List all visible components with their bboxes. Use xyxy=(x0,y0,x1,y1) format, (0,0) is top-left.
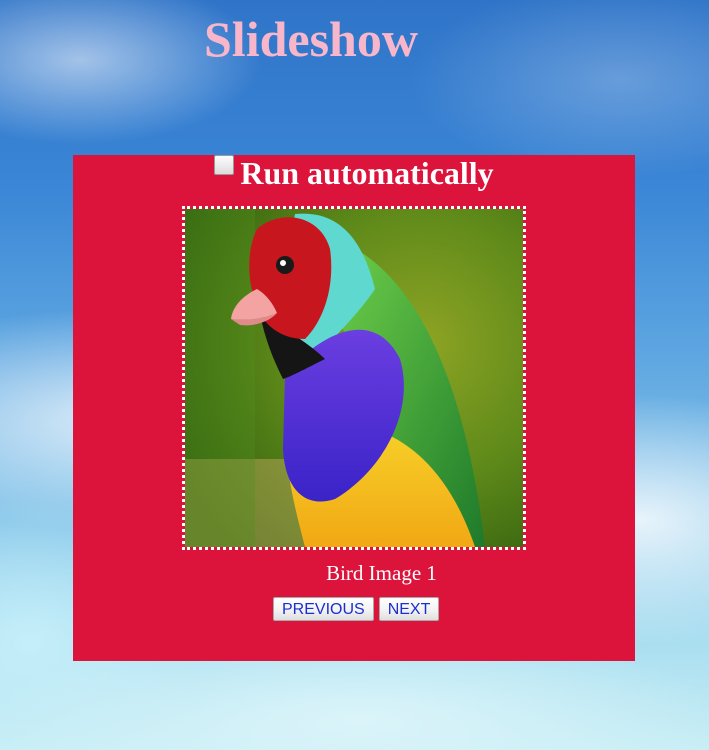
slide-image xyxy=(182,206,526,550)
auto-run-row: Run automatically xyxy=(73,155,635,191)
auto-run-checkbox[interactable] xyxy=(214,155,235,175)
next-button[interactable]: NEXT xyxy=(378,597,440,621)
auto-run-label[interactable]: Run automatically xyxy=(240,155,493,191)
slideshow-panel: Run automatically Bird Image 1 PREVIOUS … xyxy=(73,155,635,661)
bird-image xyxy=(185,209,523,547)
nav-controls: PREVIOUS NEXT xyxy=(273,597,444,623)
page-title: Slideshow xyxy=(204,11,418,67)
slide-caption: Bird Image 1 xyxy=(326,561,437,585)
previous-button[interactable]: PREVIOUS xyxy=(273,597,374,621)
